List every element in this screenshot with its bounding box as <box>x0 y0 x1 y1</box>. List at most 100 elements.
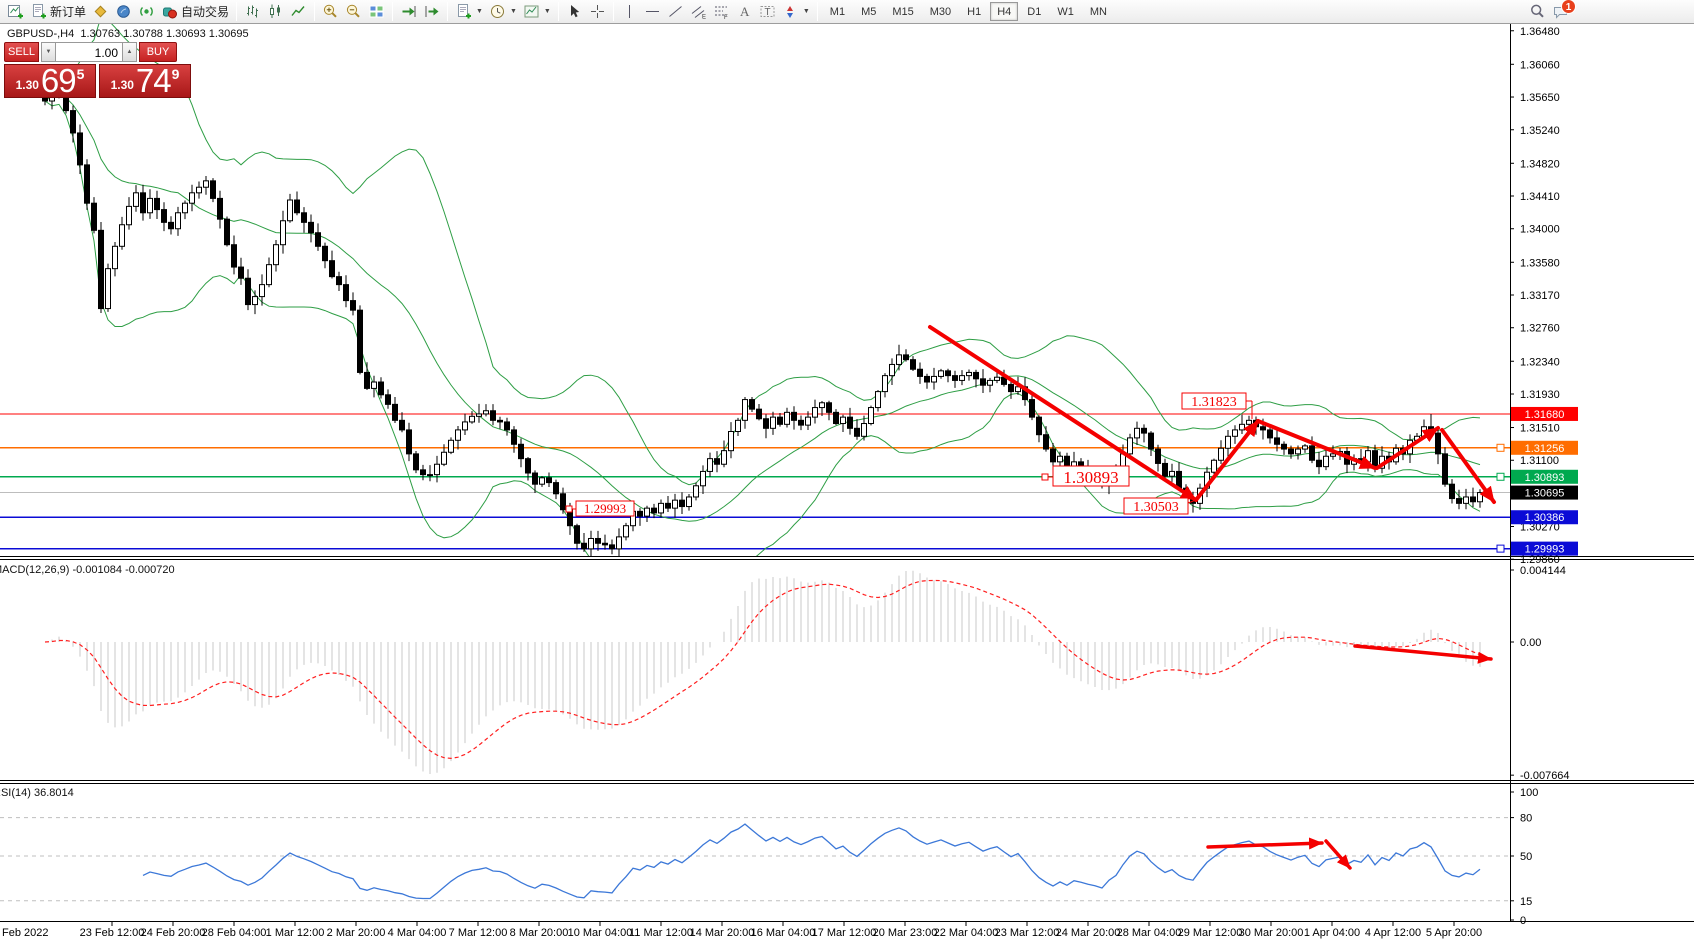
search-button[interactable] <box>1526 1 1549 22</box>
candlestick <box>498 420 503 422</box>
volume-decrease-button[interactable]: ▼ <box>41 42 56 62</box>
candlestick <box>372 382 377 388</box>
candlestick <box>729 432 734 451</box>
rsi-trend-arrow[interactable] <box>1208 843 1322 847</box>
new-order-menu-button[interactable]: ▼ <box>452 1 486 22</box>
candlestick <box>1135 428 1140 438</box>
candlestick <box>232 245 237 267</box>
timeframe-d1-button[interactable]: D1 <box>1020 2 1048 21</box>
autotrading-button[interactable]: 自动交易 <box>158 1 232 22</box>
candlestick <box>1464 497 1469 503</box>
text-label-button[interactable]: T <box>756 1 779 22</box>
price-annotation-label[interactable]: 1.30503 <box>1124 498 1196 515</box>
new-chart-button[interactable] <box>4 1 27 22</box>
candlestick <box>120 225 125 247</box>
bar-chart-button[interactable] <box>241 1 264 22</box>
time-tick-label: Feb 2022 <box>2 927 48 939</box>
price-tick-label: 1.36060 <box>1520 59 1560 71</box>
line-chart-button[interactable] <box>287 1 310 22</box>
candlestick <box>456 430 461 440</box>
toolbar-separator <box>558 2 559 21</box>
candlestick <box>813 408 818 418</box>
candlestick <box>162 210 167 223</box>
candlestick <box>708 459 713 472</box>
sell-button[interactable]: SELL <box>4 42 39 62</box>
candlestick <box>981 379 986 385</box>
arrow-tools-button[interactable]: ▼ <box>779 1 813 22</box>
buy-button[interactable]: BUY <box>139 42 177 62</box>
price-annotation-label[interactable]: 1.29993 <box>566 501 634 516</box>
candlestick <box>960 376 965 381</box>
volume-increase-button[interactable]: ▲ <box>122 42 137 62</box>
new-chart-icon <box>7 3 24 20</box>
indicators-menu-button[interactable]: ▼ <box>520 1 554 22</box>
line-selection-marker[interactable] <box>1497 473 1504 480</box>
time-tick-label: 17 Mar 12:00 <box>812 927 877 939</box>
trend-arrow[interactable] <box>1196 421 1258 500</box>
timeframe-mn-button[interactable]: MN <box>1083 2 1114 21</box>
candlestick <box>1058 456 1063 462</box>
candlestick <box>197 187 202 193</box>
zoom-in-button[interactable] <box>319 1 342 22</box>
line-selection-marker[interactable] <box>1497 545 1504 552</box>
horizontal-line-button[interactable] <box>641 1 664 22</box>
candlestick <box>946 371 951 376</box>
trend-line-button[interactable] <box>664 1 687 22</box>
auto-scroll-button[interactable] <box>397 1 420 22</box>
candlestick <box>344 285 349 301</box>
timeframe-m5-button[interactable]: M5 <box>854 2 883 21</box>
chat-button[interactable]: 1 <box>1549 1 1572 22</box>
new-order-button[interactable]: 新订单 <box>27 1 89 22</box>
time-tick-label: 2 Mar 20:00 <box>327 927 386 939</box>
market-watch-button[interactable] <box>89 1 112 22</box>
candlestick <box>953 376 958 381</box>
tile-windows-button[interactable] <box>365 1 388 22</box>
candlestick-chart-button[interactable] <box>264 1 287 22</box>
candlestick <box>211 181 216 199</box>
candlestick <box>288 200 293 221</box>
timeframe-m1-button[interactable]: M1 <box>823 2 852 21</box>
period-menu-icon <box>489 3 506 20</box>
equidistant-channel-button[interactable]: E <box>687 1 710 22</box>
fibonacci-button[interactable]: F <box>710 1 733 22</box>
terminal-button[interactable] <box>135 1 158 22</box>
rsi-axis-label: 0 <box>1520 915 1526 927</box>
time-tick-label: 1 Apr 04:00 <box>1304 927 1360 939</box>
text-button[interactable]: A <box>733 1 756 22</box>
candlestick <box>533 473 538 484</box>
candlestick <box>939 371 944 377</box>
candlestick <box>1289 449 1294 454</box>
horizontal-levels <box>0 414 1510 552</box>
candlestick <box>743 400 748 421</box>
timeframe-m15-button[interactable]: M15 <box>885 2 920 21</box>
chart-canvas[interactable]: 1.299931.308931.305031.318231.364801.360… <box>0 0 1694 942</box>
rsi-trend-arrow[interactable] <box>1326 841 1350 868</box>
candlestick <box>701 471 706 485</box>
crosshair-button[interactable] <box>586 1 609 22</box>
cursor-button[interactable] <box>563 1 586 22</box>
period-menu-button[interactable]: ▼ <box>486 1 520 22</box>
svg-text:1.30503: 1.30503 <box>1133 500 1179 515</box>
candlestick <box>1324 456 1329 466</box>
zoom-out-button[interactable] <box>342 1 365 22</box>
price-tick-label: 1.36480 <box>1520 26 1560 38</box>
timeframe-h1-button[interactable]: H1 <box>960 2 988 21</box>
candlestick <box>974 372 979 378</box>
timeframe-w1-button[interactable]: W1 <box>1050 2 1081 21</box>
sell-price-display[interactable]: 1.30 69 5 <box>4 64 96 98</box>
macd-trend-arrow[interactable] <box>1355 646 1491 659</box>
candlestick <box>386 395 391 405</box>
navigator-button[interactable] <box>112 1 135 22</box>
price-badge-label: 1.30893 <box>1525 472 1565 484</box>
timeframe-h4-button[interactable]: H4 <box>990 2 1018 21</box>
buy-price-display[interactable]: 1.30 74 9 <box>99 64 191 98</box>
chart-shift-button[interactable] <box>420 1 443 22</box>
volume-value[interactable]: 1.00 <box>56 42 122 62</box>
line-selection-marker[interactable] <box>1497 444 1504 451</box>
new-order-icon <box>30 3 47 20</box>
horizontal-line-icon <box>644 3 661 20</box>
price-annotation-label[interactable]: 1.30893 <box>1042 466 1129 487</box>
vertical-line-button[interactable] <box>618 1 641 22</box>
timeframe-m30-button[interactable]: M30 <box>923 2 958 21</box>
candlestick <box>204 181 209 187</box>
